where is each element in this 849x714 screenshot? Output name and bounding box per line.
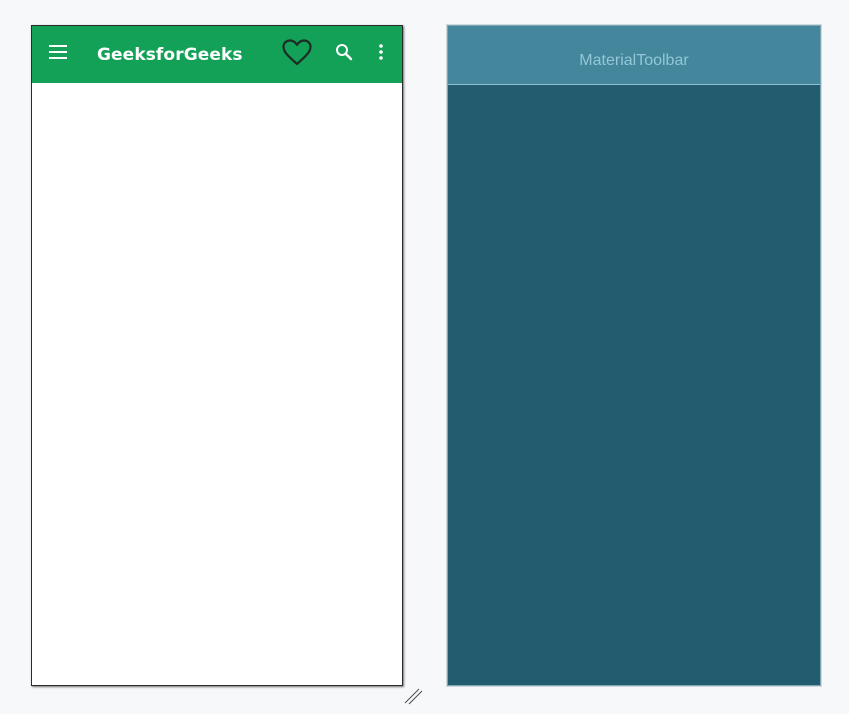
blueprint-toolbar-label: MaterialToolbar <box>579 52 689 69</box>
search-icon <box>336 44 353 61</box>
toolbar-title: GeeksforGeeks <box>97 45 243 65</box>
content-area <box>32 83 402 685</box>
heart-outline-icon <box>282 38 312 65</box>
design-preview: GeeksforGeeks <box>31 25 403 686</box>
blueprint-material-toolbar[interactable]: MaterialToolbar <box>448 26 820 85</box>
resize-grip-icon <box>404 688 423 705</box>
menu-button[interactable] <box>46 40 70 64</box>
material-toolbar[interactable]: GeeksforGeeks <box>32 26 402 83</box>
search-button[interactable] <box>332 40 356 64</box>
more-vertical-icon <box>379 44 383 60</box>
resize-handle[interactable] <box>402 686 424 706</box>
favorite-button[interactable] <box>281 36 313 68</box>
blueprint-preview: MaterialToolbar <box>447 25 821 686</box>
menu-icon <box>49 45 67 59</box>
overflow-menu-button[interactable] <box>369 40 393 64</box>
